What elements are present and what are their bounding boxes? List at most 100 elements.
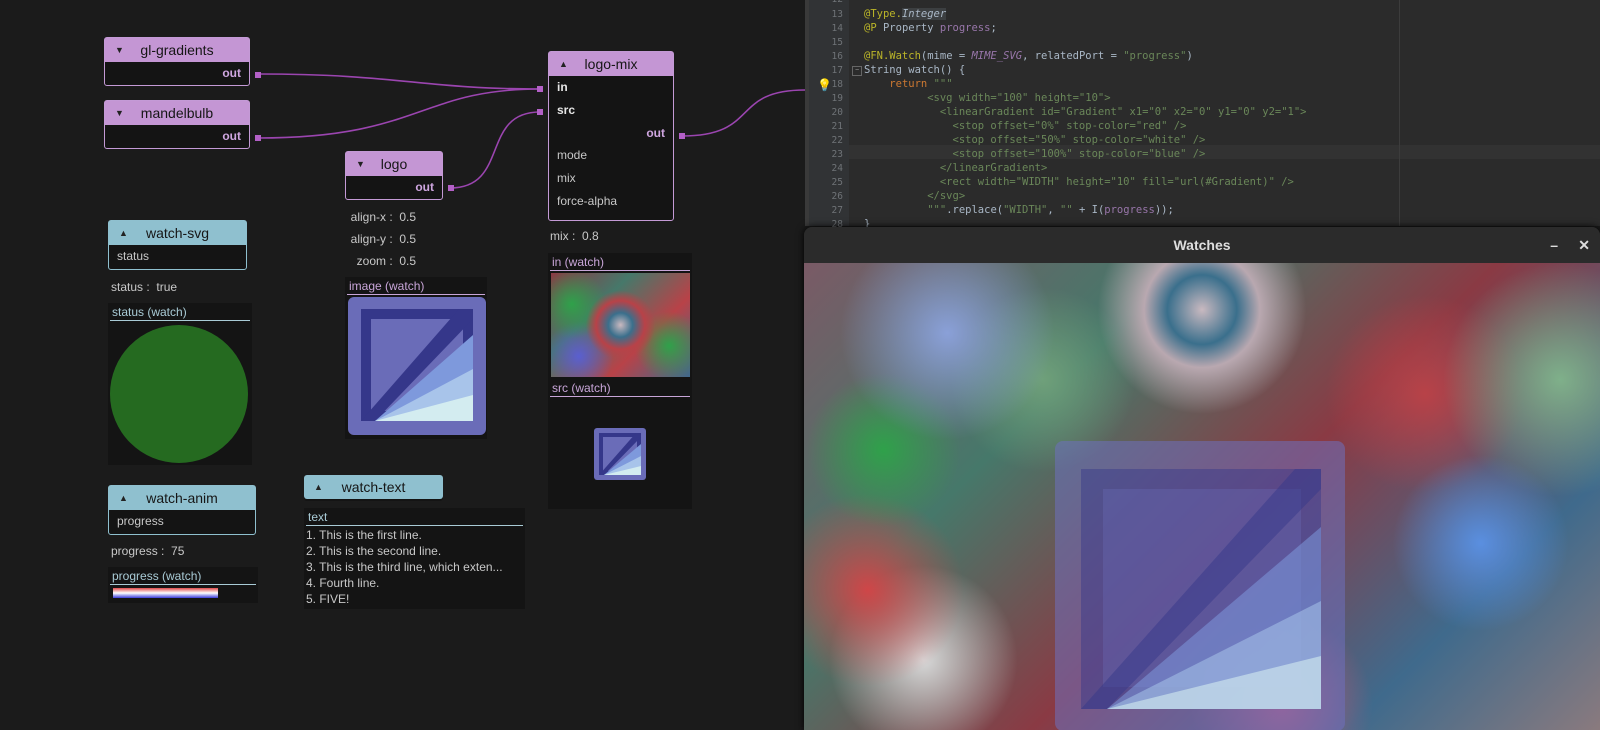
port-src-handle[interactable] (537, 109, 543, 115)
code-line: <stop offset="0%" stop-color="red" /> (864, 120, 1187, 132)
node-header[interactable]: ▲ logo-mix (549, 52, 673, 76)
field-mix[interactable]: mix (549, 167, 673, 190)
prop-value[interactable]: 0.8 (582, 229, 599, 243)
chevron-up-icon[interactable]: ▲ (119, 221, 128, 245)
logo-overlay (1055, 441, 1345, 730)
mix-watch-panel: in (watch) src (watch) (548, 253, 692, 509)
node-title: logo-mix (584, 56, 638, 72)
node-header[interactable]: ▼ gl-gradients (105, 38, 249, 62)
prop-value[interactable]: true (156, 280, 177, 294)
fractal-image (804, 263, 1600, 730)
prop-value[interactable]: 0.5 (399, 210, 416, 224)
code-line: """.replace("WIDTH", "" + I(progress)); (864, 204, 1174, 216)
node-mandelbulb[interactable]: ▼ mandelbulb out (104, 100, 250, 149)
line-number: 24 (831, 163, 843, 174)
port-out-handle[interactable] (255, 72, 261, 78)
node-header[interactable]: ▲ watch-text (304, 475, 443, 499)
prop-value[interactable]: 0.5 (399, 232, 416, 246)
node-title: watch-svg (145, 225, 210, 241)
prop-mix[interactable]: mix : 0.8 (550, 229, 599, 243)
logo-overlay-graphic (1081, 469, 1321, 709)
wire-mix-out (681, 89, 805, 137)
code-editor[interactable]: 12 13 14 15 16 17 18 19 20 21 22 23 24 2… (805, 0, 1600, 230)
prop-zoom[interactable]: zoom : 0.5 (340, 254, 416, 268)
port-out-handle[interactable] (679, 133, 685, 139)
prop-align-y[interactable]: align-y : 0.5 (340, 232, 416, 246)
node-title: watch-anim (146, 490, 218, 506)
port-out[interactable]: out (346, 176, 442, 198)
fold-icon[interactable]: − (852, 66, 862, 76)
node-header[interactable]: ▲ watch-svg (109, 221, 246, 245)
chevron-down-icon[interactable]: ▼ (115, 38, 124, 62)
prop-status[interactable]: status : true (111, 280, 177, 294)
field-progress[interactable]: progress (109, 510, 255, 533)
chevron-up-icon[interactable]: ▲ (559, 52, 568, 76)
port-out[interactable]: out (549, 122, 673, 144)
chevron-down-icon[interactable]: ▼ (356, 152, 365, 176)
field-force-alpha[interactable]: force-alpha (549, 190, 673, 213)
code-line: <svg width="100" height="10"> (864, 92, 1111, 104)
panel-title: in (watch) (550, 253, 690, 271)
prop-key: align-y (350, 232, 386, 246)
prop-align-x[interactable]: align-x : 0.5 (340, 210, 416, 224)
node-title: logo (380, 156, 408, 172)
line-number: 14 (831, 23, 843, 34)
node-header[interactable]: ▼ logo (346, 152, 442, 176)
line-number: 23 (831, 149, 843, 160)
status-watch-panel: status (watch) (108, 303, 252, 465)
watches-window[interactable]: Watches – ✕ (804, 227, 1600, 730)
port-in[interactable]: in (549, 76, 673, 99)
node-logo-mix[interactable]: ▲ logo-mix in src out mode mix force-alph… (548, 51, 674, 221)
field-mode[interactable]: mode (549, 144, 673, 167)
progress-watch-panel: progress (watch) (108, 567, 258, 603)
port-out-handle[interactable] (448, 185, 454, 191)
lightbulb-icon[interactable]: 💡 (817, 78, 832, 92)
prop-key: align-x (350, 210, 386, 224)
wire-gl-gradients-to-in (257, 73, 541, 90)
window-titlebar[interactable]: Watches – ✕ (804, 227, 1600, 263)
prop-progress[interactable]: progress : 75 (111, 544, 184, 558)
code-line: @Type.Integer (864, 8, 947, 20)
panel-title: status (watch) (110, 303, 250, 321)
logo-image (348, 297, 486, 435)
chevron-up-icon[interactable]: ▲ (314, 475, 323, 499)
code-line: @FN.Watch(mime = MIME_SVG, relatedPort =… (864, 50, 1193, 62)
port-in-handle[interactable] (537, 86, 543, 92)
port-src[interactable]: src (549, 99, 673, 122)
field-status[interactable]: status (109, 245, 246, 268)
code-line: return """ (889, 78, 953, 90)
node-header[interactable]: ▲ watch-anim (109, 486, 255, 510)
prop-value[interactable]: 75 (171, 544, 184, 558)
text-line: 2. This is the second line. (306, 544, 442, 558)
node-title: mandelbulb (140, 105, 214, 121)
node-title: watch-text (341, 479, 406, 495)
prop-value[interactable]: 0.5 (399, 254, 416, 268)
code-line: <stop offset="100%" stop-color="blue" /> (864, 148, 1206, 160)
chevron-up-icon[interactable]: ▲ (119, 486, 128, 510)
line-number: 27 (831, 205, 843, 216)
line-number: 26 (831, 191, 843, 202)
node-watch-svg[interactable]: ▲ watch-svg status (108, 220, 247, 270)
node-gl-gradients[interactable]: ▼ gl-gradients out (104, 37, 250, 86)
node-logo[interactable]: ▼ logo out (345, 151, 443, 200)
wire-mandelbulb-to-in (257, 88, 541, 139)
line-number: 16 (831, 51, 843, 62)
port-out-handle[interactable] (255, 135, 261, 141)
prop-key: status (111, 280, 144, 294)
progress-bar-fill (113, 588, 218, 598)
minimize-icon[interactable]: – (1550, 227, 1558, 263)
port-out[interactable]: out (105, 125, 249, 147)
line-number: 25 (831, 177, 843, 188)
prop-key: progress (111, 544, 158, 558)
prop-key: mix (550, 229, 569, 243)
line-number: 21 (831, 121, 843, 132)
node-watch-anim[interactable]: ▲ watch-anim progress (108, 485, 256, 535)
in-watch-image (551, 273, 690, 377)
node-header[interactable]: ▼ mandelbulb (105, 101, 249, 125)
chevron-down-icon[interactable]: ▼ (115, 101, 124, 125)
wire-logo-to-src (449, 111, 541, 189)
line-number: 15 (831, 37, 843, 48)
port-out[interactable]: out (105, 62, 249, 84)
close-icon[interactable]: ✕ (1578, 227, 1590, 263)
node-watch-text[interactable]: ▲ watch-text (304, 475, 443, 501)
